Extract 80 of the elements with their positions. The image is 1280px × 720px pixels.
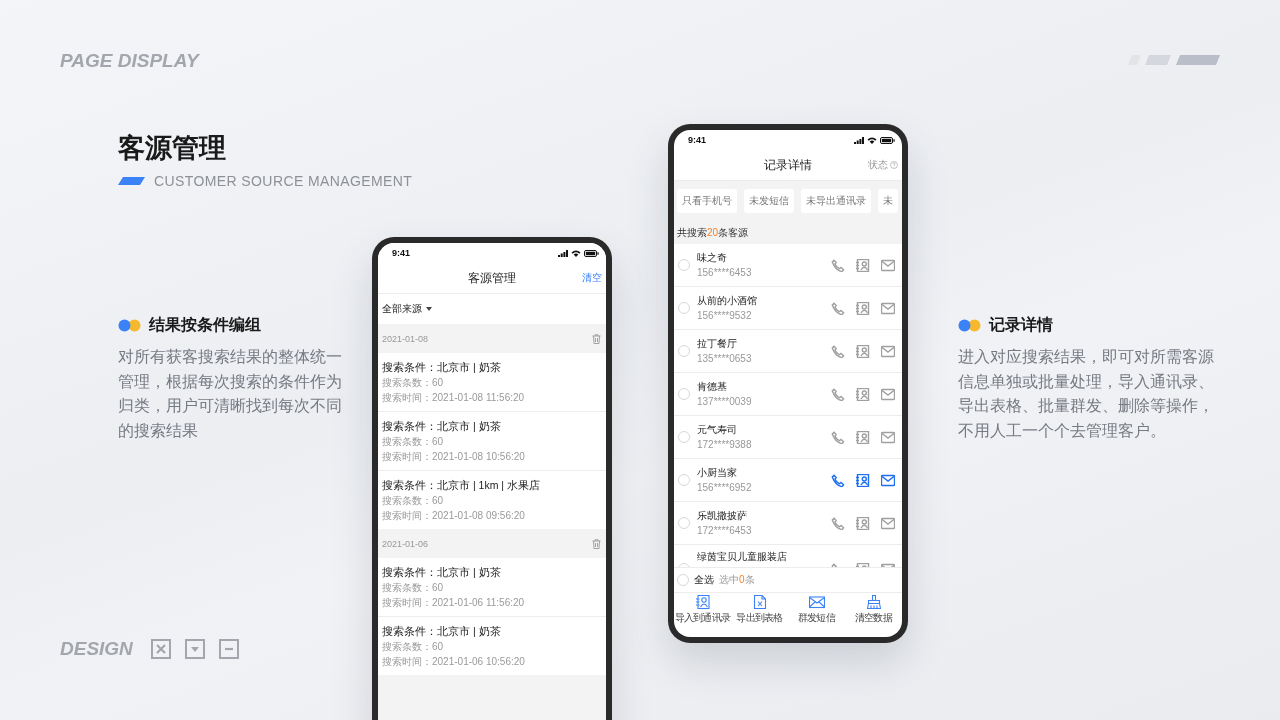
toolbar-button[interactable]: 导出到表格 — [731, 593, 788, 627]
record-condition: 搜索条件：北京市 | 奶茶 — [382, 565, 502, 580]
caret-down-icon — [426, 307, 432, 311]
contact-phone: 156****6453 — [697, 266, 753, 279]
contact-phone: 172****9388 — [697, 438, 753, 451]
contact-name: 拉丁餐厅 — [697, 337, 738, 350]
toolbar-button[interactable]: 导入到通讯录 — [674, 593, 731, 627]
record-card[interactable]: 搜索条件：北京市 | 1km | 水果店 搜索条数：60 搜索时间：2021-01-08 09:56:20 — [378, 471, 606, 529]
source-filter[interactable]: 全部来源 — [382, 302, 422, 316]
section-label: PAGE DISPLAY — [60, 50, 199, 72]
select-all-label[interactable]: 全选 — [694, 573, 714, 587]
record-time: 搜索时间：2021-01-06 10:56:20 — [382, 655, 526, 669]
wifi-icon — [571, 249, 581, 257]
filter-chip[interactable]: 只看手机号 — [677, 189, 737, 213]
accent-bar-icon — [118, 177, 145, 185]
record-count: 搜索条数：60 — [382, 376, 445, 390]
status-time: 9:41 — [392, 248, 410, 258]
group-date: 2021-01-06 — [382, 538, 429, 549]
contact-name: 乐凯撒披萨 — [697, 509, 748, 522]
dots-icon — [958, 318, 981, 332]
spreadsheet-icon — [751, 595, 768, 609]
status-time: 9:41 — [688, 135, 706, 145]
record-card[interactable]: 搜索条件：北京市 | 奶茶 搜索条数：60 搜索时间：2021-01-08 11:56:20 — [378, 353, 606, 412]
toolbar-button[interactable]: 清空数据 — [845, 593, 902, 627]
feature-description: 进入对应搜索结果，即可对所需客源信息单独或批量处理，导入通讯录、导出表格、批量群发、删除等操作，不用人工一个个去管理客户。 — [958, 347, 1215, 441]
record-count: 搜索条数：60 — [382, 640, 445, 654]
filter-chip[interactable]: 未 — [878, 189, 898, 213]
record-card[interactable]: 搜索条件：北京市 | 奶茶 搜索条数：60 搜索时间：2021-01-08 10:56:20 — [378, 412, 606, 471]
trash-icon[interactable] — [592, 538, 601, 549]
record-condition: 搜索条件：北京市 | 1km | 水果店 — [382, 478, 541, 493]
group-date: 2021-01-08 — [382, 333, 429, 344]
record-condition: 搜索条件：北京市 | 奶茶 — [382, 360, 502, 375]
contact-name: 从前的小酒馆 — [697, 294, 758, 307]
feature-heading: 结果按条件编组 — [149, 314, 261, 335]
contact-phone: 137****0039 — [697, 395, 753, 408]
selected-count: 选中0条 — [719, 573, 755, 587]
contact-name: 肯德基 — [697, 380, 728, 393]
record-condition: 搜索条件：北京市 | 奶茶 — [382, 419, 502, 434]
record-time: 搜索时间：2021-01-08 11:56:20 — [382, 391, 526, 405]
signal-icon — [854, 136, 864, 144]
close-icon — [150, 639, 171, 659]
battery-icon — [880, 136, 895, 144]
contact-phone: 156****6952 — [697, 481, 753, 494]
contact-phone: 135****0653 — [697, 352, 753, 365]
help-icon — [890, 161, 898, 169]
minus-icon — [218, 639, 239, 659]
screen-title: 记录详情 — [764, 156, 812, 174]
battery-icon — [584, 249, 599, 257]
contact-name: 绿茵宝贝儿童服装店 — [697, 551, 788, 563]
trash-icon[interactable] — [592, 333, 601, 344]
record-count: 搜索条数：60 — [382, 581, 445, 595]
filter-chip[interactable]: 未导出通讯录 — [801, 189, 871, 213]
contact-name: 味之奇 — [697, 251, 728, 264]
contact-name: 元气寿司 — [697, 423, 738, 436]
record-count: 搜索条数：60 — [382, 494, 445, 508]
feature-heading: 记录详情 — [989, 314, 1053, 335]
page-subtitle: CUSTOMER SOURCE MANAGEMENT — [154, 173, 413, 189]
record-time: 搜索时间：2021-01-08 09:56:20 — [382, 509, 526, 523]
contact-phone: 156****9532 — [697, 309, 753, 322]
screen-title: 客源管理 — [468, 269, 516, 287]
contact-phone: 172****6453 — [697, 524, 753, 537]
filter-chip[interactable]: 未发短信 — [744, 189, 794, 213]
record-time: 搜索时间：2021-01-08 10:56:20 — [382, 450, 526, 464]
clear-link[interactable]: 清空 — [582, 271, 602, 285]
dots-icon — [118, 318, 141, 332]
feature-description: 对所有获客搜索结果的整体统一管理，根据每次搜索的条件作为归类，用户可清晰找到每次不同的搜索结果 — [118, 347, 343, 441]
wifi-icon — [867, 136, 877, 144]
toolbar-button[interactable]: 群发短信 — [788, 593, 845, 627]
result-summary: 共搜索20条客源 — [677, 225, 749, 240]
broom-icon — [865, 595, 882, 609]
record-card[interactable]: 搜索条件：北京市 | 奶茶 搜索条数：60 搜索时间：2021-01-06 10:56:20 — [378, 617, 606, 675]
caret-down-icon — [184, 639, 205, 659]
record-time: 搜索时间：2021-01-06 11:56:20 — [382, 596, 526, 610]
design-label: DESIGN — [60, 638, 133, 660]
page-title: 客源管理 — [118, 132, 226, 165]
signal-icon — [558, 249, 568, 257]
contact-name: 小厨当家 — [697, 466, 738, 479]
record-count: 搜索条数：60 — [382, 435, 445, 449]
record-condition: 搜索条件：北京市 | 奶茶 — [382, 624, 502, 639]
record-card[interactable]: 搜索条件：北京市 | 奶茶 搜索条数：60 搜索时间：2021-01-06 11:56:20 — [378, 558, 606, 617]
